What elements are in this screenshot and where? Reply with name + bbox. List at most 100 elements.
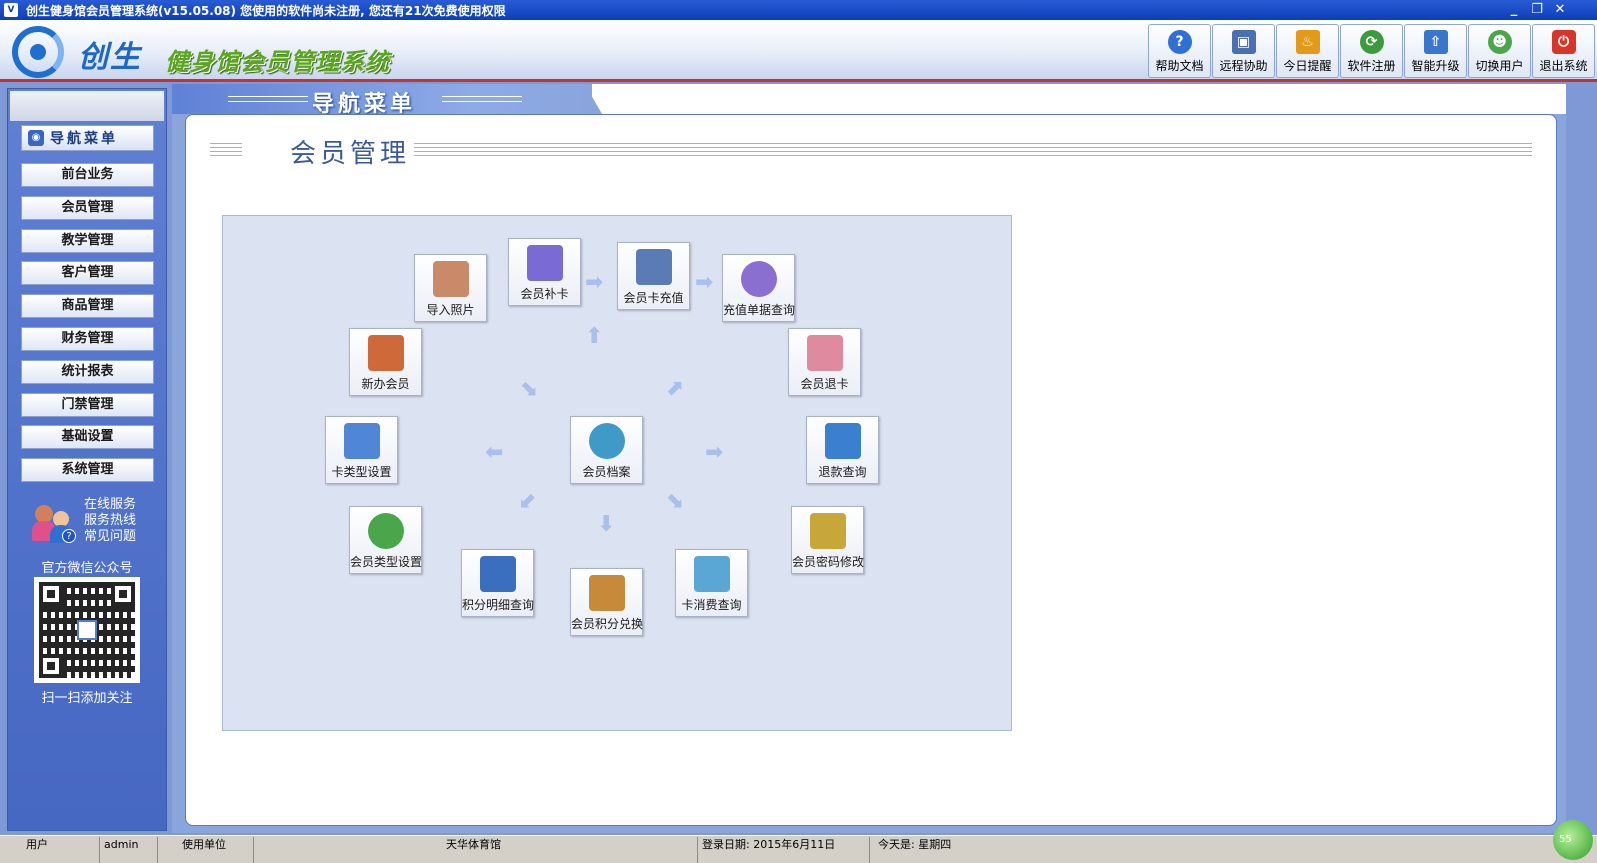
sidebar-top-strip (10, 91, 164, 121)
online-service: ? 在线服务 服务热线 常见问题 (30, 497, 160, 545)
sidebar-header-label: 导航菜单 (50, 131, 118, 147)
magnifier-icon (741, 261, 777, 297)
toolbar-label: 退出系统 (1539, 59, 1588, 73)
gift-box-icon (589, 575, 625, 611)
sidebar-item-system-management[interactable]: 系统管理 (21, 458, 154, 483)
member-file-icon (589, 423, 625, 459)
toolbar-label: 远程协助 (1219, 59, 1268, 73)
arrow-up-right-icon: ⬈ (665, 376, 684, 401)
arrow-up-icon: ⬆ (585, 324, 604, 349)
toolbar-label: 软件注册 (1347, 59, 1396, 73)
new-member-icon (368, 335, 404, 371)
recharge-receipt-query-button[interactable]: 充值单据查询 (722, 254, 795, 322)
sidebar-item-reports[interactable]: 统计报表 (21, 359, 154, 384)
keys-icon (810, 513, 846, 549)
wechat-title: 官方微信公众号 (41, 561, 133, 576)
function-label: 退款查询 (818, 465, 867, 479)
software-register-button[interactable]: ⟳ 软件注册 (1340, 24, 1403, 78)
arrow-down-icon: ⬇ (597, 512, 616, 537)
function-label: 会员退卡 (800, 377, 849, 391)
import-photo-button[interactable]: 导入照片 (414, 254, 487, 322)
service-hotline-link[interactable]: 服务热线 (84, 513, 136, 529)
nav-menu-icon: ◉ (28, 130, 44, 146)
remote-icon: ▣ (1231, 30, 1256, 54)
brand-name: 创生 (78, 40, 142, 75)
function-label: 会员类型设置 (350, 555, 423, 569)
close-button[interactable]: ✕ (1551, 2, 1569, 18)
sidebar: ◉ 导航菜单 前台业务 会员管理 教学管理 客户管理 商品管理 财务管理 统计报… (7, 88, 167, 831)
money-icon (807, 335, 843, 371)
function-label: 会员密码修改 (792, 555, 865, 569)
remote-assist-button[interactable]: ▣ 远程协助 (1212, 24, 1275, 78)
restore-button[interactable]: ❐ (1528, 2, 1546, 18)
toolbar: ? 帮助文档 ▣ 远程协助 ♨ 今日提醒 ⟳ 软件注册 ⇧ 智能升级 ☻ 切换用… (1147, 24, 1595, 80)
app-icon: V (4, 3, 18, 17)
function-label: 会员卡充值 (623, 291, 684, 305)
member-card-return-button[interactable]: 会员退卡 (788, 328, 861, 396)
new-member-button[interactable]: 新办会员 (349, 328, 422, 396)
book-icon (480, 556, 516, 592)
arrow-right-icon: ➡ (695, 270, 714, 295)
function-label: 充值单据查询 (723, 303, 796, 317)
refund-icon (825, 423, 861, 459)
sidebar-item-customer-management[interactable]: 客户管理 (21, 261, 154, 286)
sidebar-item-teaching-management[interactable]: 教学管理 (21, 228, 154, 253)
toolbar-label: 帮助文档 (1155, 59, 1204, 73)
minimize-button[interactable]: _ (1505, 2, 1523, 18)
upgrade-icon: ⇧ (1423, 30, 1448, 54)
window-titlebar: V 创生健身馆会员管理系统(v15.05.08) 您使用的软件尚未注册, 您还有… (0, 0, 1597, 20)
card-pen-icon (694, 556, 730, 592)
toolbar-label: 今日提醒 (1283, 59, 1332, 73)
switch-user-icon: ☻ (1487, 30, 1512, 54)
cake-icon: ♨ (1295, 30, 1320, 54)
switch-user-button[interactable]: ☻ 切换用户 (1468, 24, 1531, 78)
sidebar-header: ◉ 导航菜单 (21, 125, 154, 151)
function-label: 新办会员 (361, 377, 410, 391)
member-type-settings-button[interactable]: 会员类型设置 (349, 506, 422, 574)
camera-icon (433, 261, 469, 297)
scan-to-follow-text: 扫一扫添加关注 (41, 691, 133, 706)
arrow-right-icon: ➡ (705, 440, 724, 465)
arrow-down-right-icon: ⬊ (519, 376, 538, 401)
logo-icon (12, 26, 64, 78)
faq-link[interactable]: 常见问题 (84, 529, 136, 545)
sidebar-item-front-desk[interactable]: 前台业务 (21, 163, 154, 187)
help-docs-button[interactable]: ? 帮助文档 (1148, 24, 1211, 78)
service-links: 在线服务 服务热线 常见问题 (84, 497, 136, 545)
toolbar-label: 切换用户 (1475, 59, 1524, 73)
points-detail-query-button[interactable]: 积分明细查询 (461, 549, 534, 617)
register-icon: ⟳ (1359, 30, 1384, 54)
globe-icon[interactable]: 55 (1553, 820, 1593, 860)
nav-banner: 导航菜单 (172, 84, 602, 114)
section-deco-right (414, 143, 1532, 157)
smart-upgrade-button[interactable]: ⇧ 智能升级 (1404, 24, 1467, 78)
sidebar-item-product-management[interactable]: 商品管理 (21, 294, 154, 319)
sidebar-item-finance-management[interactable]: 财务管理 (21, 326, 154, 351)
arrow-down-right-icon: ⬊ (665, 488, 684, 513)
member-points-exchange-button[interactable]: 会员积分兑换 (570, 568, 643, 636)
exit-system-button[interactable]: ⏻ 退出系统 (1532, 24, 1595, 78)
card-consumption-query-button[interactable]: 卡消费查询 (675, 549, 748, 617)
refund-query-button[interactable]: 退款查询 (806, 416, 879, 484)
tools-icon (344, 423, 380, 459)
customer-service-icon: ? (32, 503, 78, 543)
member-password-change-button[interactable]: 会员密码修改 (791, 506, 864, 574)
section-header: 会员管理 (210, 133, 1532, 169)
sidebar-item-access-control[interactable]: 门禁管理 (21, 392, 154, 417)
sidebar-item-basic-settings[interactable]: 基础设置 (21, 425, 154, 450)
card-machine-icon (636, 249, 672, 285)
banner-background (592, 84, 1566, 114)
member-type-icon (368, 513, 404, 549)
member-file-button[interactable]: 会员档案 (570, 416, 643, 484)
status-user-label: 用户 (22, 837, 100, 863)
status-weekday: 今天是: 星期四 (878, 838, 952, 851)
today-reminder-button[interactable]: ♨ 今日提醒 (1276, 24, 1339, 78)
online-service-link[interactable]: 在线服务 (84, 497, 136, 513)
sidebar-item-member-management[interactable]: 会员管理 (21, 195, 154, 220)
function-label: 导入照片 (426, 303, 475, 317)
member-reissue-card-button[interactable]: 会员补卡 (508, 238, 581, 306)
arrow-down-left-icon: ⬋ (519, 488, 538, 513)
section-title: 会员管理 (290, 139, 411, 169)
member-card-recharge-button[interactable]: 会员卡充值 (617, 242, 690, 310)
card-type-settings-button[interactable]: 卡类型设置 (325, 416, 398, 484)
